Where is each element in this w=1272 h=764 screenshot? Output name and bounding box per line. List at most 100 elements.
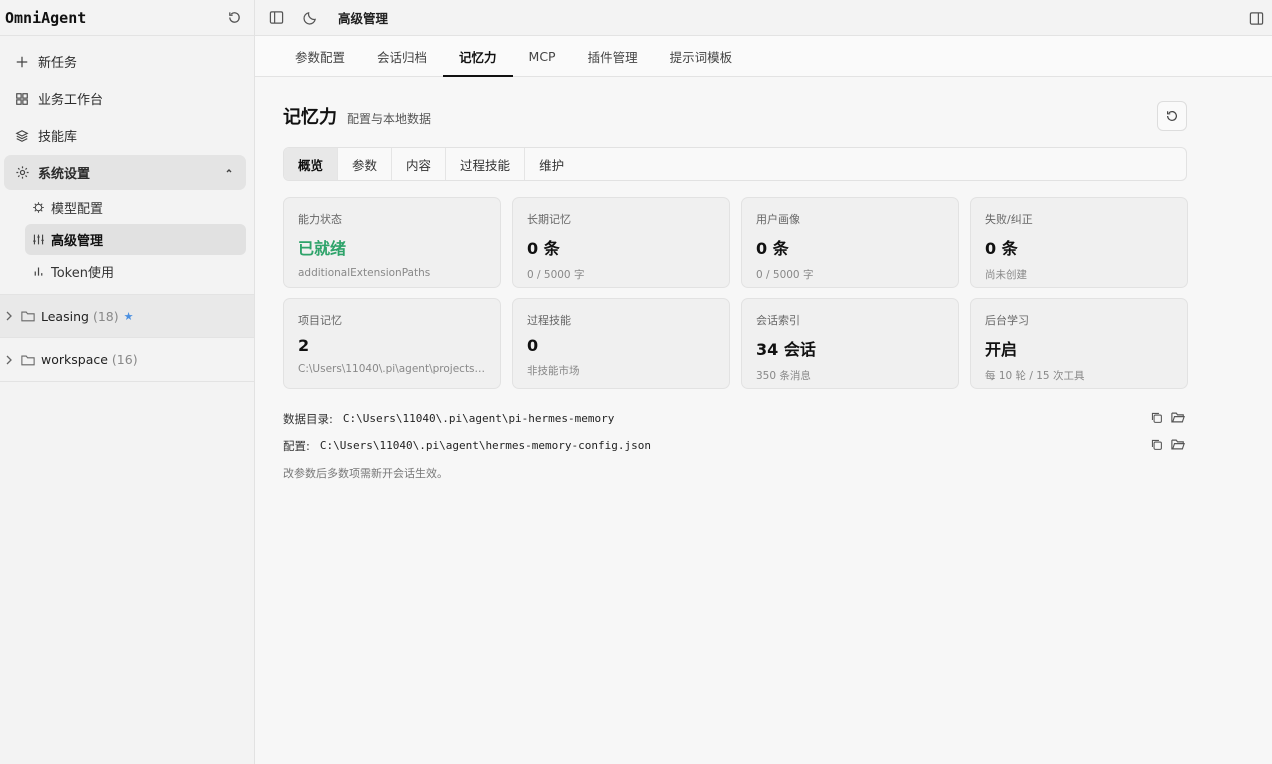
folder-name: workspace	[41, 352, 108, 367]
section-subtitle: 配置与本地数据	[347, 111, 432, 126]
stat-card-process-skills: 过程技能 0 非技能市场	[512, 298, 730, 389]
path-actions	[1150, 411, 1185, 424]
refresh-button[interactable]	[1157, 101, 1187, 131]
stat-label: 项目记忆	[298, 314, 342, 327]
moon-icon[interactable]	[296, 4, 324, 32]
sidebar-subitem-label: 模型配置	[51, 202, 104, 217]
folder-leasing[interactable]: Leasing (18) ★	[0, 294, 254, 338]
sidebar-item-settings[interactable]: 系统设置	[4, 155, 246, 190]
stat-label: 长期记忆	[527, 213, 571, 226]
stat-card-background-learning: 后台学习 开启 每 10 轮 / 15 次工具	[970, 298, 1188, 389]
stat-label: 能力状态	[298, 213, 342, 226]
stat-card-long-term-memory: 长期记忆 0 条 0 / 5000 字	[512, 197, 730, 288]
segment-params[interactable]: 参数	[338, 148, 393, 180]
stat-label: 失败/纠正	[985, 213, 1033, 226]
stat-note: 0 / 5000 字	[756, 269, 814, 281]
sidebar-item-label: 业务工作台	[38, 93, 104, 108]
segment-tabs: 概览 参数 内容 过程技能 维护	[283, 147, 1187, 181]
stat-note: additionalExtensionPaths	[298, 267, 431, 279]
sidebar-subitem-token-usage[interactable]: Token使用	[25, 256, 246, 287]
chip-icon	[32, 201, 45, 214]
gear-icon	[14, 165, 30, 181]
tab-mcp[interactable]: MCP	[513, 36, 572, 76]
sidebar-subitem-label: 高级管理	[51, 234, 104, 249]
path-value: C:\Users\11040\.pi\agent\hermes-memory-c…	[319, 439, 652, 452]
stat-value: 开启	[985, 340, 1018, 359]
path-row-config: 配置: C:\Users\11040\.pi\agent\hermes-memo…	[283, 432, 1187, 459]
segment-process-skills[interactable]: 过程技能	[446, 148, 526, 180]
bar-chart-icon	[32, 265, 45, 278]
stat-value: 0 条	[756, 239, 789, 258]
segment-content[interactable]: 内容	[392, 148, 447, 180]
section-title: 记忆力	[283, 107, 337, 128]
tab-params[interactable]: 参数配置	[279, 36, 361, 76]
refresh-icon[interactable]	[220, 4, 248, 32]
star-icon: ★	[123, 309, 134, 323]
folder-open-icon[interactable]	[1171, 411, 1185, 424]
path-list: 数据目录: C:\Users\11040\.pi\agent\pi-hermes…	[283, 405, 1187, 481]
folder-count: (18)	[92, 308, 119, 324]
stat-value: 2	[298, 336, 310, 355]
stat-value: 34 会话	[756, 340, 816, 359]
stat-note: 0 / 5000 字	[527, 269, 585, 281]
tab-plugins[interactable]: 插件管理	[572, 36, 654, 76]
path-key: 配置:	[283, 438, 310, 453]
copy-icon[interactable]	[1150, 438, 1163, 451]
app-brand: OmniAgent	[5, 8, 87, 27]
stat-note: 尚未创建	[985, 269, 1027, 281]
sidebar-subitem-model-config[interactable]: 模型配置	[25, 192, 246, 223]
tab-prompt-templates[interactable]: 提示词模板	[654, 36, 749, 76]
stat-card-failures: 失败/纠正 0 条 尚未创建	[970, 197, 1188, 288]
segment-overview[interactable]: 概览	[284, 148, 339, 180]
sliders-icon	[32, 233, 45, 246]
folder-icon	[21, 354, 35, 366]
path-actions	[1150, 438, 1185, 451]
chevron-right-icon	[5, 311, 15, 321]
tab-memory[interactable]: 记忆力	[443, 36, 513, 77]
copy-icon[interactable]	[1150, 411, 1163, 424]
topbar: 高级管理	[255, 0, 1272, 36]
sidebar-item-skills[interactable]: 技能库	[4, 118, 246, 153]
tab-session-archive[interactable]: 会话归档	[361, 36, 443, 76]
sidebar-item-label: 新任务	[38, 56, 78, 71]
path-key: 数据目录:	[283, 411, 333, 426]
stat-label: 会话索引	[756, 314, 800, 327]
stat-value: 已就绪	[298, 239, 347, 258]
stat-note: 350 条消息	[756, 370, 811, 382]
section-header: 记忆力 配置与本地数据	[283, 100, 1187, 132]
folder-count: (16)	[111, 352, 138, 367]
layers-icon	[14, 128, 30, 144]
sidebar-subitem-advanced[interactable]: 高级管理	[25, 224, 246, 255]
stat-card-user-profile: 用户画像 0 条 0 / 5000 字	[741, 197, 959, 288]
stat-card-capability: 能力状态 已就绪 additionalExtensionPaths	[283, 197, 501, 288]
stat-value: 0 条	[527, 239, 560, 258]
folder-open-icon[interactable]	[1171, 438, 1185, 451]
sidebar-subitem-label: Token使用	[51, 266, 114, 281]
stat-label: 过程技能	[527, 314, 571, 327]
sidebar-item-workbench[interactable]: 业务工作台	[4, 81, 246, 116]
settings-tabs: 参数配置 会话归档 记忆力 MCP 插件管理 提示词模板	[255, 36, 1272, 77]
stat-value: 0 条	[985, 239, 1018, 258]
main-content: 记忆力 配置与本地数据 概览 参数 内容 过程技能 维护 能力状态 已就绪 ad…	[283, 100, 1188, 481]
stat-label: 用户画像	[756, 213, 800, 226]
stat-cards: 能力状态 已就绪 additionalExtensionPaths 长期记忆 0…	[283, 197, 1188, 389]
sidebar-item-new-task[interactable]: 新任务	[4, 44, 246, 79]
panel-right-icon[interactable]	[1242, 4, 1270, 32]
hint-text: 改参数后多数项需新开会话生效。	[283, 467, 448, 480]
folder-icon	[21, 310, 35, 322]
chevron-right-icon	[5, 355, 15, 365]
path-value: C:\Users\11040\.pi\agent\pi-hermes-memor…	[342, 412, 615, 425]
sidebar-item-label: 系统设置	[38, 167, 91, 182]
stat-card-session-index: 会话索引 34 会话 350 条消息	[741, 298, 959, 389]
stat-value: 0	[527, 336, 539, 355]
refresh-icon	[1167, 110, 1177, 121]
path-row-data-dir: 数据目录: C:\Users\11040\.pi\agent\pi-hermes…	[283, 405, 1187, 432]
sidebar-toggle-icon[interactable]	[262, 4, 290, 32]
sidebar: OmniAgent 新任务 业务工作台 技能库 系统设置 模型配置 高级管理 T…	[0, 0, 255, 764]
stat-card-project-memory: 项目记忆 2 C:\Users\11040\.pi\agent\projects…	[283, 298, 501, 389]
segment-maintenance[interactable]: 维护	[525, 148, 578, 180]
plus-icon	[14, 54, 30, 70]
sidebar-item-label: 技能库	[38, 130, 78, 145]
folder-workspace[interactable]: workspace (16)	[0, 338, 254, 382]
stat-label: 后台学习	[985, 314, 1029, 327]
